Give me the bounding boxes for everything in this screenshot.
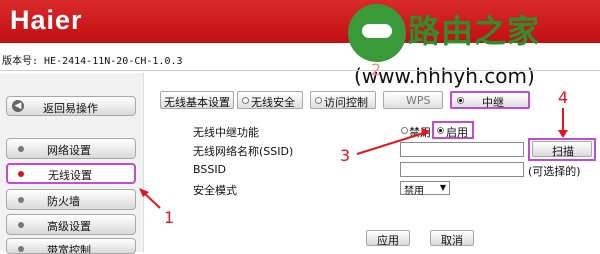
annotation-number-2: 2 <box>371 60 382 79</box>
annotation-number-1: 1 <box>164 208 175 227</box>
annotation-arrow-3 <box>356 132 425 155</box>
annotation-number-4: 4 <box>558 88 569 107</box>
annotation-arrowhead-4 <box>558 130 568 138</box>
annotation-number-3: 3 <box>340 146 351 165</box>
annotation-arrows <box>139 108 568 209</box>
annotation-arrowhead-3 <box>421 128 430 137</box>
